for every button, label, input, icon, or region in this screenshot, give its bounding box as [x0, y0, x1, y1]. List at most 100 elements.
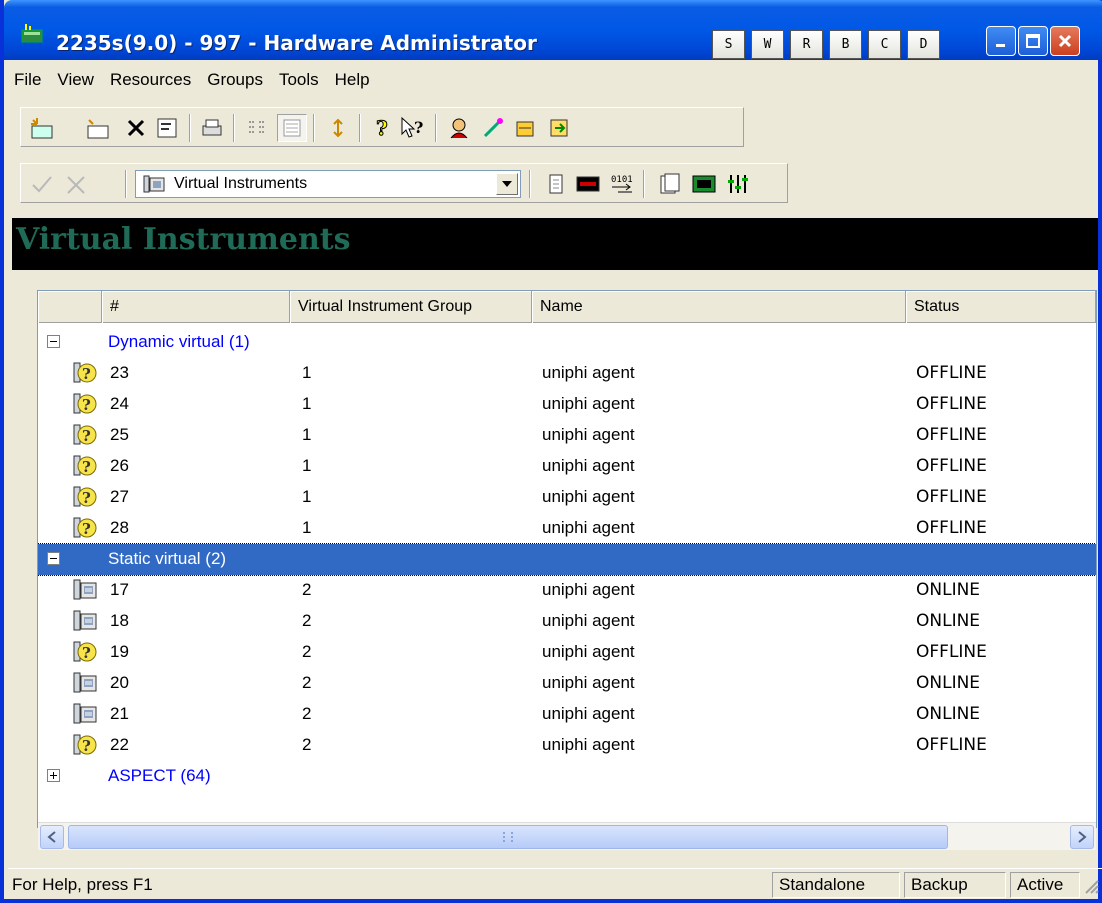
column-header-number[interactable]: #: [102, 291, 290, 323]
virtual-instruments-list[interactable]: # Virtual Instrument Group Name Status D…: [37, 290, 1097, 828]
menu-tools[interactable]: Tools: [271, 70, 327, 90]
table-row[interactable]: 20 2 uniphi agent ONLINE: [38, 668, 1096, 699]
combo-dropdown-button[interactable]: [496, 173, 518, 195]
title-bar[interactable]: 2235s(9.0) - 997 - Hardware Administrato…: [4, 0, 1102, 60]
group-label[interactable]: Static virtual (2): [108, 549, 226, 569]
cancel-button[interactable]: [61, 170, 91, 198]
menu-view[interactable]: View: [49, 70, 102, 90]
delete-button[interactable]: [121, 114, 151, 142]
menu-file[interactable]: File: [8, 70, 49, 90]
arrow-left-icon: [47, 831, 56, 843]
agent-button[interactable]: [445, 114, 475, 142]
cell-name: uniphi agent: [542, 425, 635, 444]
cell-number: 21: [110, 704, 129, 723]
close-button[interactable]: [1050, 26, 1080, 56]
toolbar-separator: [529, 170, 531, 198]
hw-button-w[interactable]: W: [751, 30, 784, 59]
hw-button-s[interactable]: S: [712, 30, 745, 59]
horizontal-scrollbar[interactable]: [38, 822, 1096, 850]
group-row[interactable]: ASPECT (64): [38, 761, 1096, 792]
menu-groups[interactable]: Groups: [199, 70, 271, 90]
collapse-icon[interactable]: [47, 335, 60, 348]
resize-grip-icon[interactable]: [1080, 875, 1100, 895]
group-label[interactable]: ASPECT (64): [108, 766, 211, 786]
table-row[interactable]: ? 27 1 uniphi agent OFFLINE: [38, 482, 1096, 513]
expand-icon[interactable]: [47, 769, 60, 782]
menu-help[interactable]: Help: [327, 70, 378, 90]
cell-number: 18: [110, 611, 129, 630]
phone-icon: [72, 702, 98, 726]
levels-button[interactable]: [723, 170, 753, 198]
scroll-right-button[interactable]: [1070, 825, 1094, 849]
hw-button-d[interactable]: D: [907, 30, 940, 59]
document-button[interactable]: [541, 170, 571, 198]
cell-number: 28: [110, 518, 129, 537]
context-help-button[interactable]: ?: [399, 114, 429, 142]
table-row[interactable]: ? 22 2 uniphi agent OFFLINE: [38, 730, 1096, 761]
print-button[interactable]: [197, 114, 227, 142]
collapse-icon[interactable]: [47, 552, 60, 565]
refresh-button[interactable]: [323, 114, 353, 142]
status-pane-role: Backup: [904, 872, 1006, 898]
properties-icon: [157, 118, 177, 138]
list-header: # Virtual Instrument Group Name Status: [38, 291, 1096, 323]
scroll-thumb[interactable]: [68, 825, 948, 849]
configure-button[interactable]: [511, 114, 541, 142]
offline-agent-icon: ?: [72, 485, 98, 509]
cell-name: uniphi agent: [542, 642, 635, 661]
table-row[interactable]: ? 25 1 uniphi agent OFFLINE: [38, 420, 1096, 451]
new-item-icon: [31, 118, 53, 139]
binary-button[interactable]: 0101: [607, 170, 637, 198]
cell-group: 2: [302, 611, 312, 630]
hw-button-r[interactable]: R: [790, 30, 823, 59]
toolbar-separator: [125, 170, 127, 198]
column-header-name[interactable]: Name: [532, 291, 906, 323]
table-row[interactable]: ? 23 1 uniphi agent OFFLINE: [38, 358, 1096, 389]
new-group-button[interactable]: [83, 114, 113, 142]
hw-button-c[interactable]: C: [868, 30, 901, 59]
cell-group: 1: [302, 518, 312, 537]
table-row[interactable]: ? 19 2 uniphi agent OFFLINE: [38, 637, 1096, 668]
group-row[interactable]: Dynamic virtual (1): [38, 327, 1096, 358]
cell-status: OFFLINE: [916, 363, 987, 383]
document-icon: [549, 174, 563, 194]
menu-resources[interactable]: Resources: [102, 70, 199, 90]
menu-bar: File View Resources Groups Tools Help: [8, 66, 1102, 94]
list-view-button[interactable]: [243, 114, 273, 142]
column-header-tree[interactable]: [38, 291, 102, 323]
export-button[interactable]: [545, 114, 575, 142]
scroll-left-button[interactable]: [40, 825, 64, 849]
table-row[interactable]: 18 2 uniphi agent ONLINE: [38, 606, 1096, 637]
table-row[interactable]: 21 2 uniphi agent ONLINE: [38, 699, 1096, 730]
table-row[interactable]: ? 26 1 uniphi agent OFFLINE: [38, 451, 1096, 482]
column-header-status[interactable]: Status: [906, 291, 1096, 323]
new-item-button[interactable]: [27, 114, 57, 142]
group-row[interactable]: Static virtual (2): [38, 543, 1096, 576]
properties-button[interactable]: [153, 114, 183, 142]
view-selector-combo[interactable]: Virtual Instruments: [135, 170, 521, 198]
cell-group: 1: [302, 487, 312, 506]
display-icon: [576, 176, 600, 192]
table-row[interactable]: 17 2 uniphi agent ONLINE: [38, 575, 1096, 606]
cell-name: uniphi agent: [542, 363, 635, 382]
svg-text:?: ?: [82, 427, 91, 445]
cell-name: uniphi agent: [542, 394, 635, 413]
table-row[interactable]: ? 24 1 uniphi agent OFFLINE: [38, 389, 1096, 420]
help-button[interactable]: ?: [367, 114, 397, 142]
apply-button[interactable]: [27, 170, 57, 198]
minimize-button[interactable]: [986, 26, 1016, 56]
column-header-group[interactable]: Virtual Instrument Group: [290, 291, 532, 323]
svg-text:?: ?: [82, 365, 91, 383]
maximize-button[interactable]: [1018, 26, 1048, 56]
display-button[interactable]: [573, 170, 603, 198]
cell-name: uniphi agent: [542, 487, 635, 506]
card-button[interactable]: [655, 170, 685, 198]
board-button[interactable]: [689, 170, 719, 198]
details-view-button[interactable]: [277, 114, 307, 142]
wizard-button[interactable]: [479, 114, 509, 142]
phone-icon: [143, 175, 165, 193]
cell-group: 1: [302, 363, 312, 382]
hw-button-b[interactable]: B: [829, 30, 862, 59]
group-label[interactable]: Dynamic virtual (1): [108, 332, 250, 352]
table-row[interactable]: ? 28 1 uniphi agent OFFLINE: [38, 513, 1096, 544]
